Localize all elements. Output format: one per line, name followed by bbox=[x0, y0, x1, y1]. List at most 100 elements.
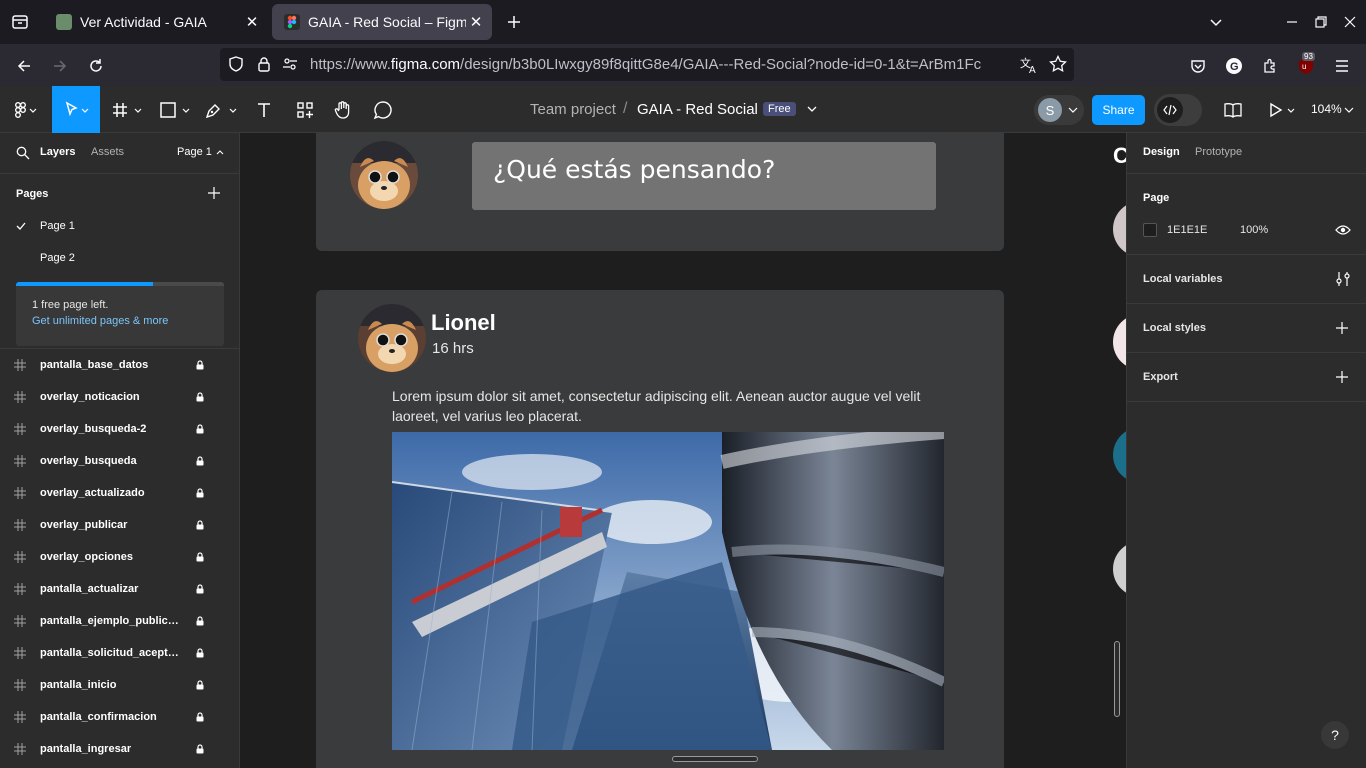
bookmark-star-icon[interactable] bbox=[1049, 55, 1067, 73]
account-extension-icon[interactable]: G bbox=[1220, 52, 1248, 80]
composer-input[interactable]: ¿Qué estás pensando? bbox=[472, 142, 936, 210]
forward-icon[interactable] bbox=[46, 52, 74, 80]
lock-icon[interactable] bbox=[195, 712, 205, 722]
new-tab-icon[interactable] bbox=[500, 8, 528, 36]
layer-item[interactable]: pantalla_solicitud_aceptada bbox=[0, 637, 239, 669]
zoom-chevron-icon[interactable] bbox=[1344, 106, 1354, 114]
page-opacity-value[interactable]: 100% bbox=[1240, 224, 1268, 236]
tracking-protection-icon[interactable] bbox=[228, 56, 244, 72]
post-author-avatar[interactable] bbox=[358, 304, 426, 372]
local-styles-row[interactable]: Local styles bbox=[1127, 304, 1366, 353]
eye-icon[interactable] bbox=[1335, 223, 1351, 237]
page-item-1[interactable]: Page 1 bbox=[0, 210, 239, 242]
lock-icon[interactable] bbox=[195, 424, 205, 434]
lock-icon[interactable] bbox=[195, 456, 205, 466]
resources-tool-button[interactable] bbox=[290, 86, 320, 133]
page-color-swatch[interactable] bbox=[1143, 223, 1157, 237]
breadcrumb-team[interactable]: Team project bbox=[530, 101, 616, 118]
lock-icon[interactable] bbox=[195, 488, 205, 498]
variables-settings-icon[interactable] bbox=[1335, 271, 1351, 287]
file-menu-chevron-icon[interactable] bbox=[806, 104, 818, 114]
lock-icon[interactable] bbox=[195, 520, 205, 530]
close-tab-icon[interactable]: ✕ bbox=[466, 12, 486, 32]
url-bar[interactable]: https://www.figma.com/design/b3b0LIwxgy8… bbox=[220, 48, 1074, 81]
back-icon[interactable] bbox=[10, 52, 38, 80]
layer-item[interactable]: overlay_busqueda bbox=[0, 445, 239, 477]
lock-icon[interactable] bbox=[195, 392, 205, 402]
pen-tool-button[interactable] bbox=[202, 86, 242, 133]
library-book-icon[interactable] bbox=[1218, 86, 1248, 133]
layer-item[interactable]: pantalla_confirmacion bbox=[0, 701, 239, 733]
lock-icon[interactable] bbox=[195, 744, 205, 754]
close-tab-icon[interactable]: ✕ bbox=[242, 12, 262, 32]
layer-item[interactable]: pantalla_ejemplo_publicacion bbox=[0, 605, 239, 637]
vertical-scrollbar[interactable] bbox=[1114, 641, 1120, 717]
list-all-tabs-icon[interactable] bbox=[1202, 8, 1230, 36]
shape-tool-button[interactable] bbox=[156, 86, 196, 133]
layer-item[interactable]: overlay_busqueda-2 bbox=[0, 413, 239, 445]
layer-item[interactable]: overlay_publicar bbox=[0, 509, 239, 541]
file-name[interactable]: GAIA - Red Social bbox=[637, 101, 758, 118]
design-canvas[interactable]: ¿Qué estás pensando? Lionel 16 hrs Lorem… bbox=[240, 133, 1126, 768]
lock-icon[interactable] bbox=[195, 584, 205, 594]
comment-tool-button[interactable] bbox=[368, 86, 398, 133]
tab-assets[interactable]: Assets bbox=[91, 146, 124, 158]
pocket-icon[interactable] bbox=[1184, 52, 1212, 80]
page-selector[interactable]: Page 1 bbox=[177, 146, 224, 158]
lock-icon[interactable] bbox=[195, 680, 205, 690]
post-card[interactable]: Lionel 16 hrs Lorem ipsum dolor sit amet… bbox=[316, 290, 1004, 768]
dev-mode-toggle[interactable] bbox=[1154, 94, 1202, 126]
frame-tool-button[interactable] bbox=[108, 86, 148, 133]
composer-card[interactable]: ¿Qué estás pensando? bbox=[316, 133, 1004, 251]
lock-icon[interactable] bbox=[195, 616, 205, 626]
lock-icon[interactable] bbox=[256, 56, 272, 72]
post-author-name[interactable]: Lionel bbox=[431, 310, 496, 336]
zoom-level[interactable]: 104% bbox=[1311, 102, 1342, 116]
tab-ver-actividad[interactable]: Ver Actividad - GAIA ✕ bbox=[44, 4, 268, 40]
search-icon[interactable] bbox=[16, 146, 30, 160]
hand-tool-button[interactable] bbox=[328, 86, 358, 133]
share-button[interactable]: Share bbox=[1092, 95, 1145, 125]
main-menu-button[interactable] bbox=[8, 86, 44, 133]
translate-icon[interactable]: 文A bbox=[1020, 56, 1038, 74]
minimize-window-icon[interactable] bbox=[1278, 8, 1306, 36]
upgrade-link[interactable]: Get unlimited pages & more bbox=[32, 315, 168, 327]
present-play-button[interactable] bbox=[1264, 86, 1300, 133]
multiplayer-avatar-button[interactable]: S bbox=[1034, 95, 1084, 125]
tab-design[interactable]: Design bbox=[1143, 146, 1180, 158]
reload-icon[interactable] bbox=[82, 52, 110, 80]
close-window-icon[interactable] bbox=[1336, 8, 1364, 36]
extensions-puzzle-icon[interactable] bbox=[1256, 52, 1284, 80]
layer-name: overlay_actualizado bbox=[40, 487, 145, 499]
tab-layers[interactable]: Layers bbox=[40, 146, 75, 158]
export-row[interactable]: Export bbox=[1127, 353, 1366, 402]
layer-item[interactable]: pantalla_inicio bbox=[0, 669, 239, 701]
lock-icon[interactable] bbox=[195, 360, 205, 370]
horizontal-scrollbar[interactable] bbox=[672, 756, 758, 762]
user-avatar[interactable] bbox=[350, 141, 418, 209]
lock-icon[interactable] bbox=[195, 552, 205, 562]
app-menu-icon[interactable] bbox=[1328, 52, 1356, 80]
lock-icon[interactable] bbox=[195, 648, 205, 658]
layer-item[interactable]: pantalla_base_datos bbox=[0, 349, 239, 381]
page-item-2[interactable]: Page 2 bbox=[0, 242, 239, 274]
layer-item[interactable]: pantalla_actualizar bbox=[0, 573, 239, 605]
tab-prototype[interactable]: Prototype bbox=[1195, 146, 1242, 158]
tab-figma[interactable]: GAIA - Red Social – Figma ✕ bbox=[272, 4, 492, 40]
local-variables-row[interactable]: Local variables bbox=[1127, 255, 1366, 304]
add-style-icon[interactable] bbox=[1335, 321, 1349, 335]
firefox-view-icon[interactable] bbox=[6, 8, 34, 36]
post-image[interactable] bbox=[392, 432, 944, 750]
permissions-icon[interactable] bbox=[282, 56, 298, 72]
layer-item[interactable]: overlay_opciones bbox=[0, 541, 239, 573]
layer-item[interactable]: pantalla_ingresar bbox=[0, 733, 239, 765]
add-page-icon[interactable] bbox=[207, 186, 221, 200]
restore-window-icon[interactable] bbox=[1307, 8, 1335, 36]
layer-item[interactable]: overlay_noticacion bbox=[0, 381, 239, 413]
layer-item[interactable]: overlay_actualizado bbox=[0, 477, 239, 509]
move-tool-button[interactable] bbox=[52, 86, 100, 133]
add-export-icon[interactable] bbox=[1335, 370, 1349, 384]
page-color-value[interactable]: 1E1E1E bbox=[1167, 224, 1207, 236]
text-tool-button[interactable] bbox=[250, 86, 278, 133]
help-button[interactable]: ? bbox=[1321, 721, 1349, 749]
